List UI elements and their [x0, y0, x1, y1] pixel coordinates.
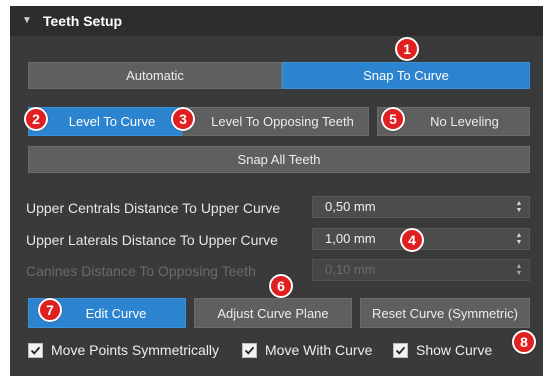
- upper-centrals-distance-value: 0,50 mm: [325, 199, 376, 214]
- level-to-curve-label: Level To Curve: [68, 114, 156, 129]
- upper-laterals-distance-label: Upper Laterals Distance To Upper Curve: [26, 232, 278, 248]
- callout-marker-2: 2: [24, 107, 48, 131]
- no-leveling-label: No Leveling: [430, 114, 499, 129]
- show-curve-label: Show Curve: [416, 342, 493, 358]
- checkbox-checked-icon[interactable]: [28, 342, 43, 358]
- teeth-setup-panel: ▼ Teeth Setup Automatic Snap To Curve Le…: [10, 6, 543, 376]
- callout-marker-7: 7: [38, 298, 62, 322]
- automatic-button[interactable]: Automatic: [28, 62, 282, 89]
- canines-distance-label: Canines Distance To Opposing Teeth: [26, 263, 256, 279]
- callout-marker-1: 1: [395, 37, 419, 61]
- canines-distance-spinbox: 0,10 mm ▲ ▼: [312, 259, 530, 281]
- move-points-symmetrically-label: Move Points Symmetrically: [51, 342, 220, 358]
- move-with-curve-checkbox[interactable]: Move With Curve: [242, 342, 372, 358]
- upper-centrals-distance-spinbox[interactable]: 0,50 mm ▲ ▼: [312, 196, 530, 218]
- reset-curve-button[interactable]: Reset Curve (Symmetric): [360, 298, 530, 328]
- level-to-curve-button[interactable]: Level To Curve: [28, 107, 182, 136]
- adjust-curve-plane-button[interactable]: Adjust Curve Plane: [194, 298, 352, 328]
- collapse-triangle-icon[interactable]: ▼: [22, 6, 32, 36]
- upper-laterals-distance-value: 1,00 mm: [325, 231, 376, 246]
- callout-marker-3: 3: [171, 107, 195, 131]
- callout-marker-4: 4: [400, 228, 424, 252]
- panel-title: Teeth Setup: [43, 13, 123, 29]
- canines-distance-value: 0,10 mm: [325, 262, 376, 277]
- checkbox-checked-icon[interactable]: [242, 342, 257, 358]
- upper-centrals-distance-label: Upper Centrals Distance To Upper Curve: [26, 200, 281, 216]
- spin-arrows-icon[interactable]: ▲ ▼: [515, 200, 523, 214]
- show-curve-checkbox[interactable]: Show Curve: [393, 342, 492, 358]
- level-to-opposing-teeth-label: Level To Opposing Teeth: [211, 114, 354, 129]
- move-points-symmetrically-checkbox[interactable]: Move Points Symmetrically: [28, 342, 219, 358]
- snap-all-teeth-button[interactable]: Snap All Teeth: [28, 146, 530, 173]
- callout-marker-6: 6: [269, 274, 293, 298]
- callout-marker-8: 8: [512, 330, 536, 354]
- edit-curve-label: Edit Curve: [85, 305, 147, 321]
- snap-to-curve-button[interactable]: Snap To Curve: [282, 62, 530, 89]
- spin-arrows-icon[interactable]: ▲ ▼: [515, 232, 523, 246]
- callout-marker-5: 5: [381, 107, 405, 131]
- panel-header[interactable]: ▼ Teeth Setup: [10, 6, 543, 36]
- checkbox-checked-icon[interactable]: [393, 342, 408, 358]
- spin-arrows-icon: ▲ ▼: [515, 263, 523, 277]
- level-to-opposing-teeth-button[interactable]: Level To Opposing Teeth: [182, 107, 369, 136]
- move-with-curve-label: Move With Curve: [265, 342, 373, 358]
